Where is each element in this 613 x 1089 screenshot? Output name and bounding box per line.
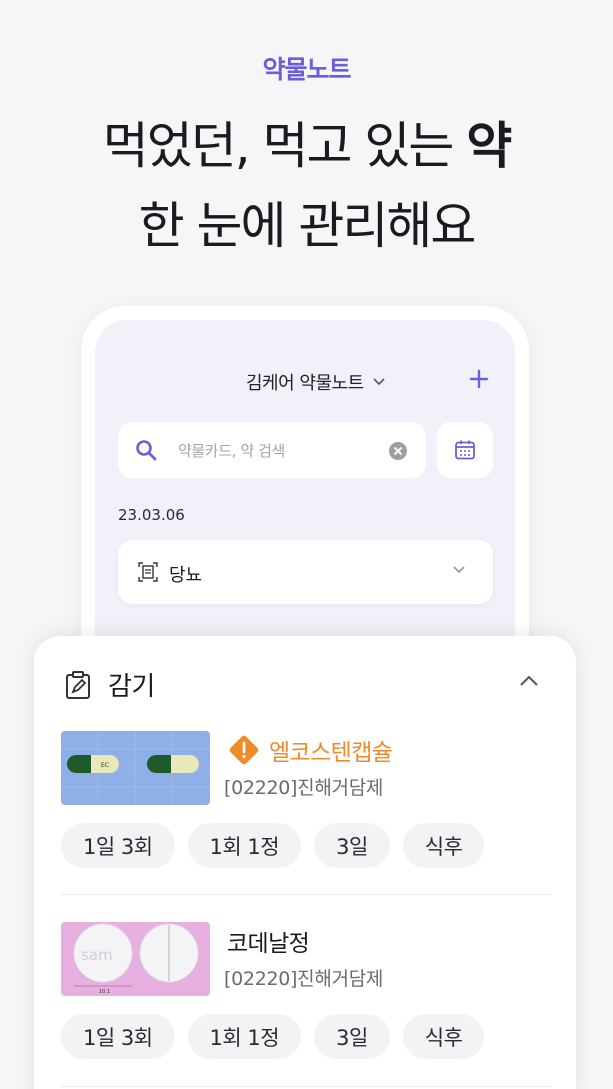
tablet-size: 10.1 bbox=[99, 989, 110, 995]
plus-icon[interactable] bbox=[466, 366, 492, 392]
note-detail-sheet: 감기 EC 엘코스텐캡슐 [02220]진해거담제 1일 3회 1회 1정 3일… bbox=[34, 636, 576, 1089]
calendar-icon bbox=[455, 440, 475, 460]
drug-item[interactable]: EC 엘코스텐캡슐 [02220]진해거담제 1일 3회 1회 1정 3일 식후 bbox=[61, 731, 551, 871]
document-icon bbox=[138, 562, 158, 582]
edit-clipboard-icon[interactable] bbox=[64, 670, 92, 700]
headline-bold: 약 bbox=[466, 117, 512, 175]
chip-dose: 1회 1정 bbox=[187, 823, 302, 868]
drug-name-row: 엘코스텐캡슐 bbox=[227, 733, 393, 767]
drug-name: 엘코스텐캡슐 bbox=[269, 740, 393, 766]
sheet-header: 감기 bbox=[64, 666, 155, 703]
tablet-print: sam bbox=[81, 946, 113, 964]
search-input[interactable]: 약물카드, 약 검색 bbox=[118, 422, 426, 478]
dosage-chips: 1일 3회 1회 1정 3일 식후 bbox=[61, 1014, 485, 1059]
drug-item[interactable]: sam 10.1 코데날정 [02220]진해거담제 1일 3회 1회 1정 3… bbox=[61, 922, 551, 1062]
chip-duration: 3일 bbox=[314, 1014, 390, 1059]
drug-code: [02220]진해거담제 bbox=[224, 777, 384, 799]
drug-image: EC bbox=[61, 731, 210, 805]
drug-code: [02220]진해거담제 bbox=[224, 968, 384, 990]
divider bbox=[61, 894, 551, 895]
note-card-label: 당뇨 bbox=[169, 565, 203, 586]
note-card[interactable]: 당뇨 bbox=[118, 540, 493, 604]
calendar-button[interactable] bbox=[437, 422, 493, 478]
note-selector-label: 김케어 약물노트 bbox=[246, 373, 364, 394]
chip-frequency: 1일 3회 bbox=[61, 823, 175, 868]
divider bbox=[61, 1086, 551, 1087]
chevron-up-icon[interactable] bbox=[518, 674, 540, 688]
headline-line-2: 한 눈에 관리해요 bbox=[138, 197, 477, 255]
chip-dose: 1회 1정 bbox=[187, 1014, 302, 1059]
search-icon bbox=[136, 440, 157, 461]
drug-name-row: 코데날정 bbox=[227, 924, 310, 958]
drug-image: sam 10.1 bbox=[61, 922, 210, 996]
note-date: 23.03.06 bbox=[118, 506, 185, 524]
chevron-down-icon bbox=[453, 566, 465, 574]
capsule-print: EC bbox=[101, 762, 109, 769]
headline-prefix: 먹었던, 먹고 있는 bbox=[102, 117, 467, 175]
dosage-chips: 1일 3회 1회 1정 3일 식후 bbox=[61, 823, 485, 868]
brand-label: 약물노트 bbox=[262, 55, 351, 84]
drug-name: 코데날정 bbox=[227, 931, 310, 957]
chip-timing: 식후 bbox=[402, 1014, 485, 1059]
chip-timing: 식후 bbox=[402, 823, 485, 868]
chip-frequency: 1일 3회 bbox=[61, 1014, 175, 1059]
note-selector[interactable]: 김케어 약물노트 bbox=[246, 369, 386, 395]
warning-diamond-icon bbox=[229, 735, 259, 765]
headline-line-1: 먹었던, 먹고 있는 약 bbox=[0, 106, 613, 178]
sheet-title: 감기 bbox=[108, 672, 155, 702]
chip-duration: 3일 bbox=[314, 823, 390, 868]
clear-icon[interactable] bbox=[388, 441, 408, 461]
search-placeholder: 약물카드, 약 검색 bbox=[178, 442, 285, 460]
chevron-down-icon bbox=[373, 378, 385, 386]
